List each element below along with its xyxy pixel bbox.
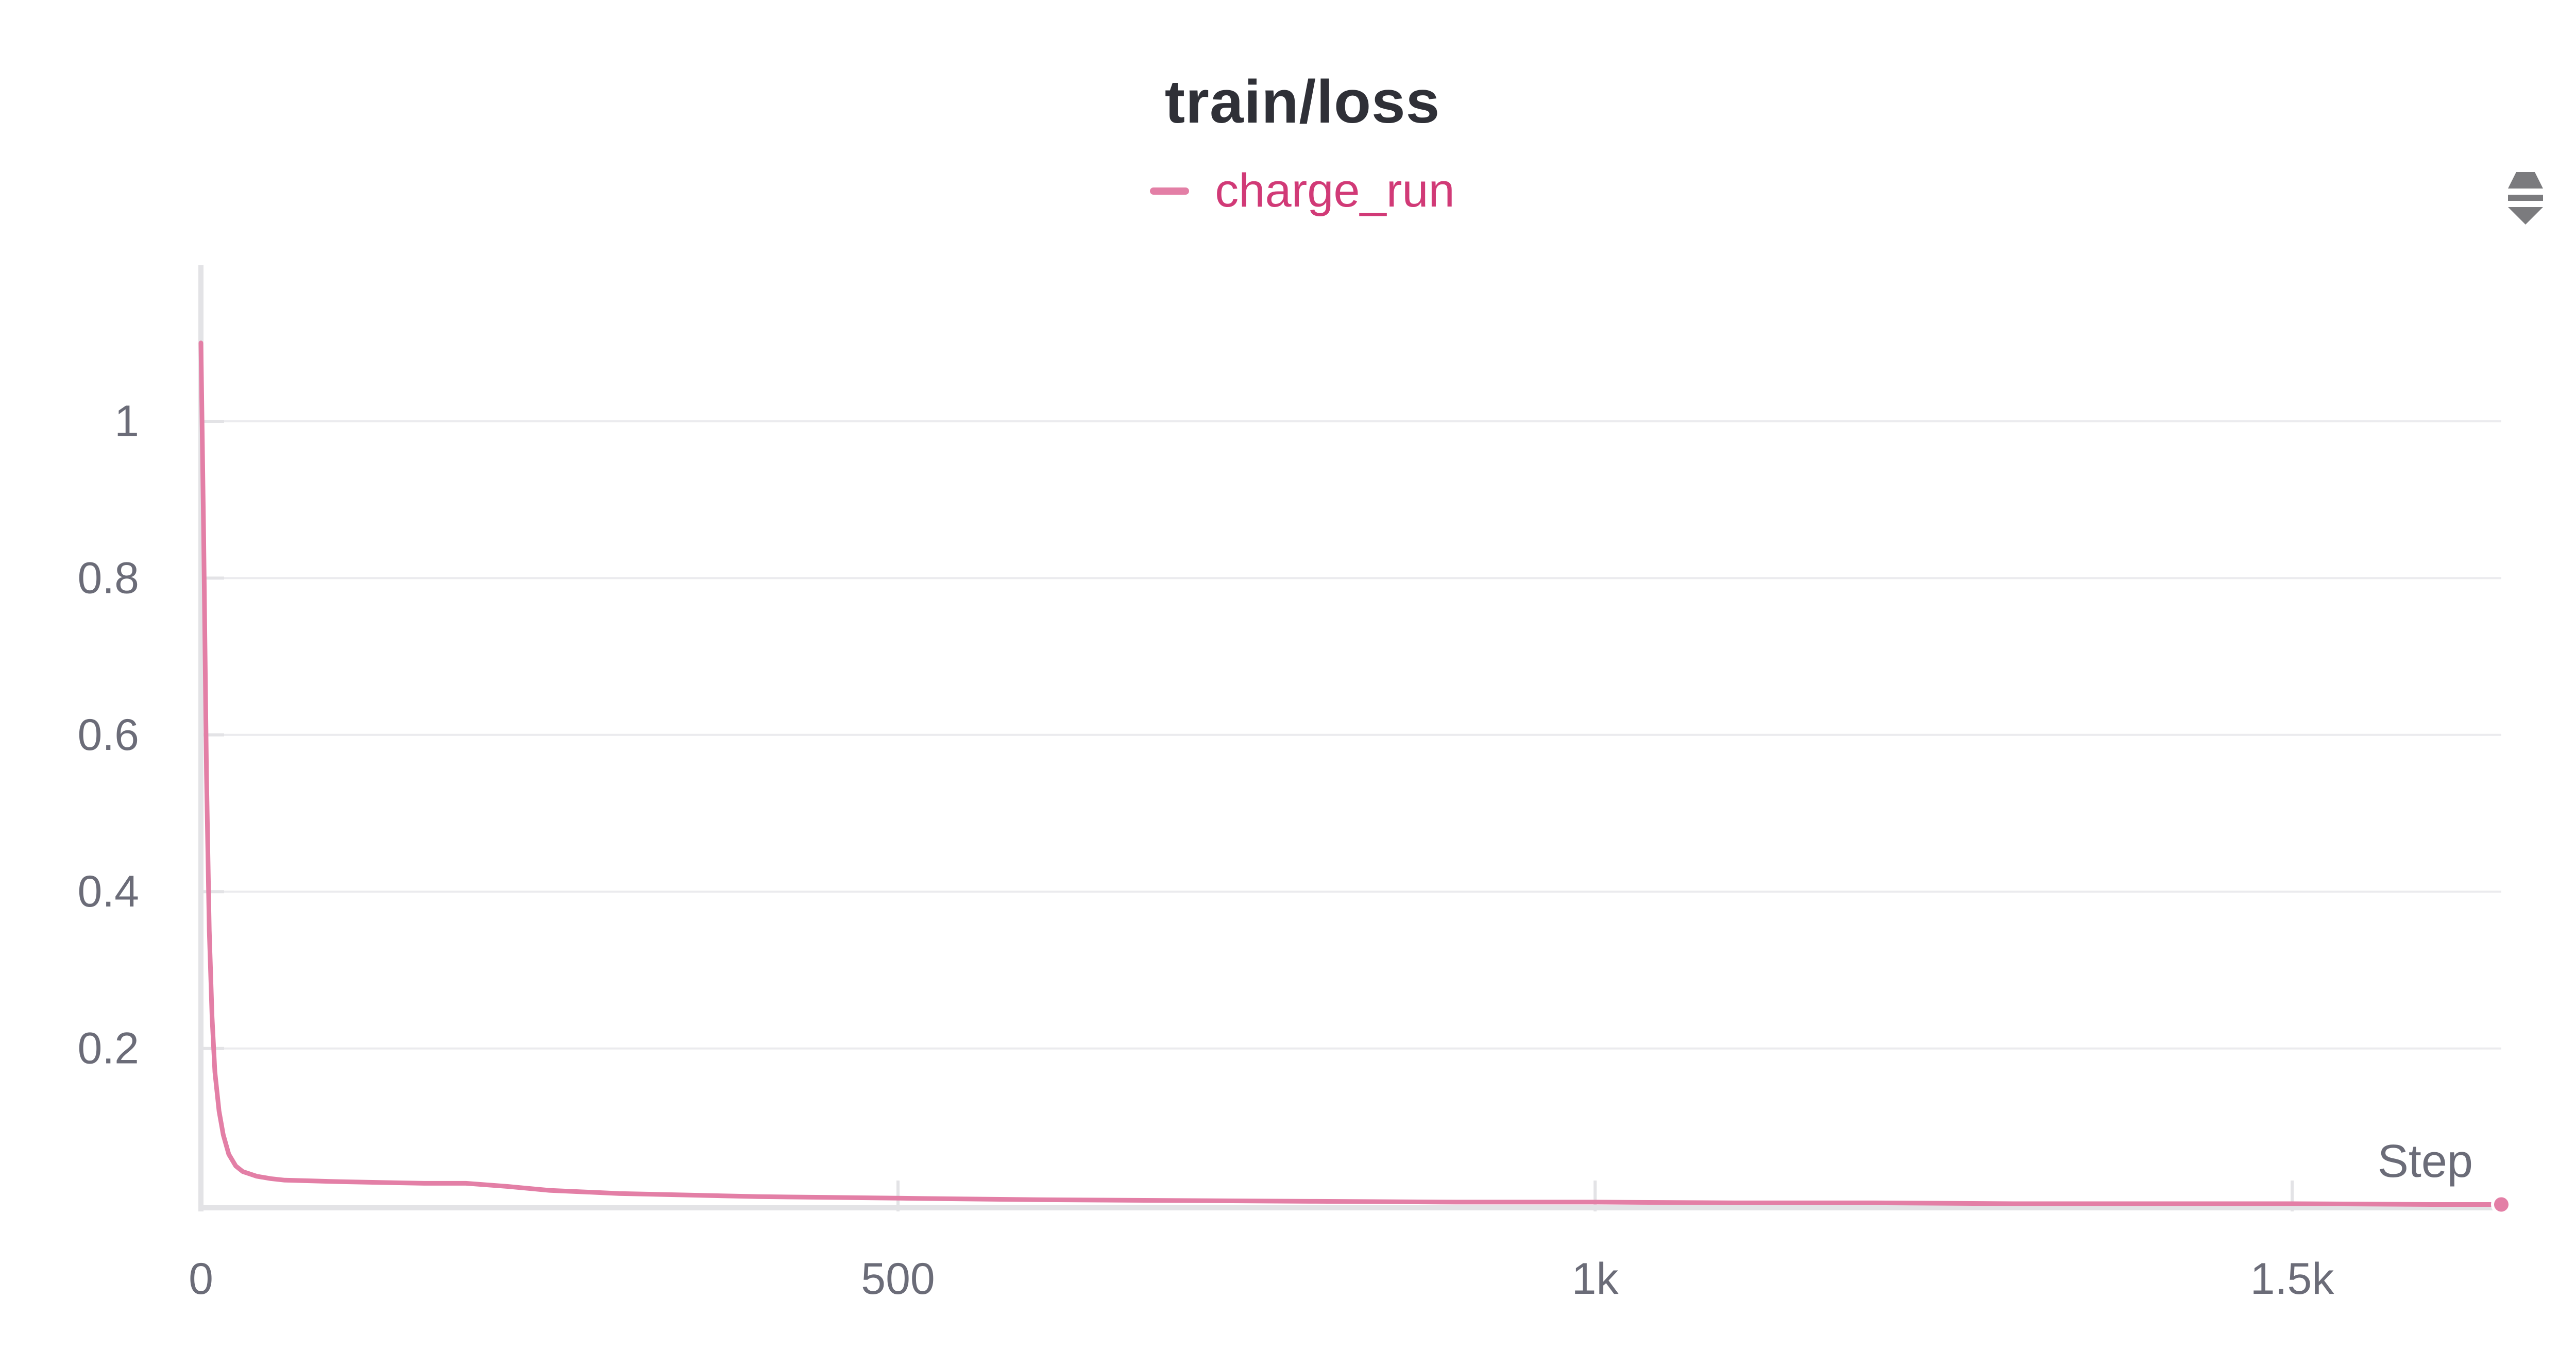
series-end-point[interactable]: [2491, 1194, 2512, 1215]
y-tick-label: 1: [114, 397, 139, 446]
grid-lines: [201, 420, 2501, 1050]
y-tick-label: 0.4: [77, 867, 139, 916]
axes: [198, 265, 2501, 1211]
tick-labels: 0.2 0.4 0.6 0.8 1 0 500 1k 1.5k Step: [77, 397, 2473, 1304]
x-tick-label: 500: [861, 1254, 935, 1304]
series-layer: [198, 340, 2512, 1215]
x-tick-label: 1k: [1572, 1254, 1619, 1304]
x-axis-label: Step: [2378, 1136, 2473, 1187]
y-tick-label: 0.6: [77, 710, 139, 760]
y-tick-label: 0.8: [77, 553, 139, 603]
series-line-charge_run[interactable]: [198, 340, 2504, 1207]
x-tick-label: 0: [189, 1254, 213, 1304]
y-tick-label: 0.2: [77, 1024, 139, 1073]
x-tick-label: 1.5k: [2250, 1254, 2335, 1304]
chart: 0.2 0.4 0.6 0.8 1 0 500 1k 1.5k Step: [77, 265, 2512, 1304]
